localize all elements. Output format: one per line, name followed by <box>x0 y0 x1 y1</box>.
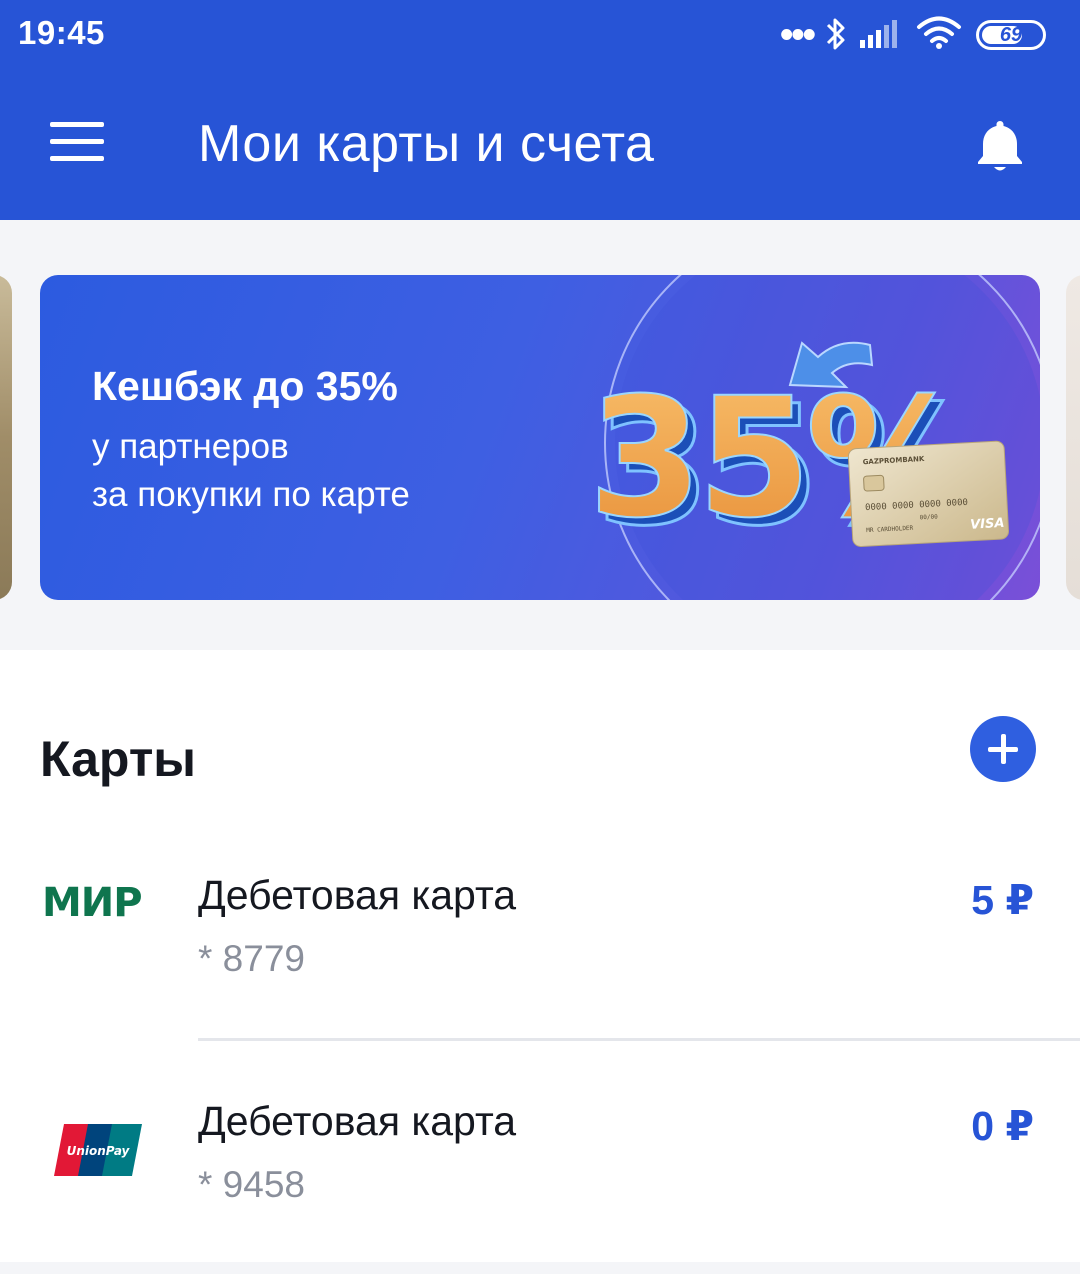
bluetooth-icon <box>826 18 845 50</box>
promo-carousel[interactable]: Кешбэк до 35% у партнеров за покупки по … <box>0 220 1080 650</box>
cards-section: Карты МИР Дебетовая карта * 8779 5 ₽ Uni… <box>0 650 1080 1262</box>
banner-title: Кешбэк до 35% <box>92 363 398 409</box>
previous-banner-peek[interactable] <box>0 275 12 600</box>
cashback-35-percent-illustration: 35% 35% GAZPROMBANK 0000 0000 0000 0000 … <box>587 275 1040 600</box>
bell-icon[interactable] <box>974 118 1026 174</box>
card-number: * 9458 <box>198 1164 305 1205</box>
svg-text:UnionPay: UnionPay <box>67 1144 131 1158</box>
card-balance: 0 ₽ <box>971 1103 1034 1149</box>
status-icons: ••• 69 <box>780 0 1080 70</box>
card-name: Дебетовая карта <box>198 1098 517 1144</box>
banner-subtitle-line2: за покупки по карте <box>92 475 410 514</box>
banner-subtitle-line1: у партнеров <box>92 427 289 466</box>
add-card-button[interactable] <box>970 716 1036 782</box>
banner-card-brand: VISA <box>970 516 1005 533</box>
section-title-cards: Карты <box>40 731 197 787</box>
menu-icon[interactable] <box>50 122 104 162</box>
battery-level: 69 <box>999 23 1023 46</box>
mir-logo-icon: МИР <box>42 882 143 922</box>
card-name: Дебетовая карта <box>198 872 517 918</box>
more-dots-icon: ••• <box>780 14 816 56</box>
app-header: Мои карты и счета <box>0 70 1080 220</box>
svg-text:МИР: МИР <box>42 882 142 922</box>
card-balance: 5 ₽ <box>971 877 1034 923</box>
card-list-item[interactable]: МИР Дебетовая карта * 8779 5 ₽ <box>0 812 1080 1038</box>
cashback-promo-banner[interactable]: Кешбэк до 35% у партнеров за покупки по … <box>40 275 1040 600</box>
status-bar: 19:45 ••• 69 <box>0 0 1080 70</box>
next-banner-peek[interactable] <box>1066 275 1080 600</box>
signal-icon <box>860 20 897 48</box>
status-time: 19:45 <box>18 14 105 51</box>
banner-card-valid: 00/00 <box>920 513 939 521</box>
unionpay-logo-icon: UnionPay <box>54 1124 142 1176</box>
app-top-bar: 19:45 ••• 69 Мои карты и счета <box>0 0 1080 220</box>
page-title: Мои карты и счета <box>198 115 655 173</box>
wifi-icon <box>917 16 961 49</box>
battery-icon: 69 <box>976 20 1046 50</box>
bottom-strip <box>0 1262 1080 1274</box>
card-list-item[interactable]: UnionPay Дебетовая карта * 9458 0 ₽ <box>0 1038 1080 1264</box>
card-number: * 8779 <box>198 938 305 979</box>
